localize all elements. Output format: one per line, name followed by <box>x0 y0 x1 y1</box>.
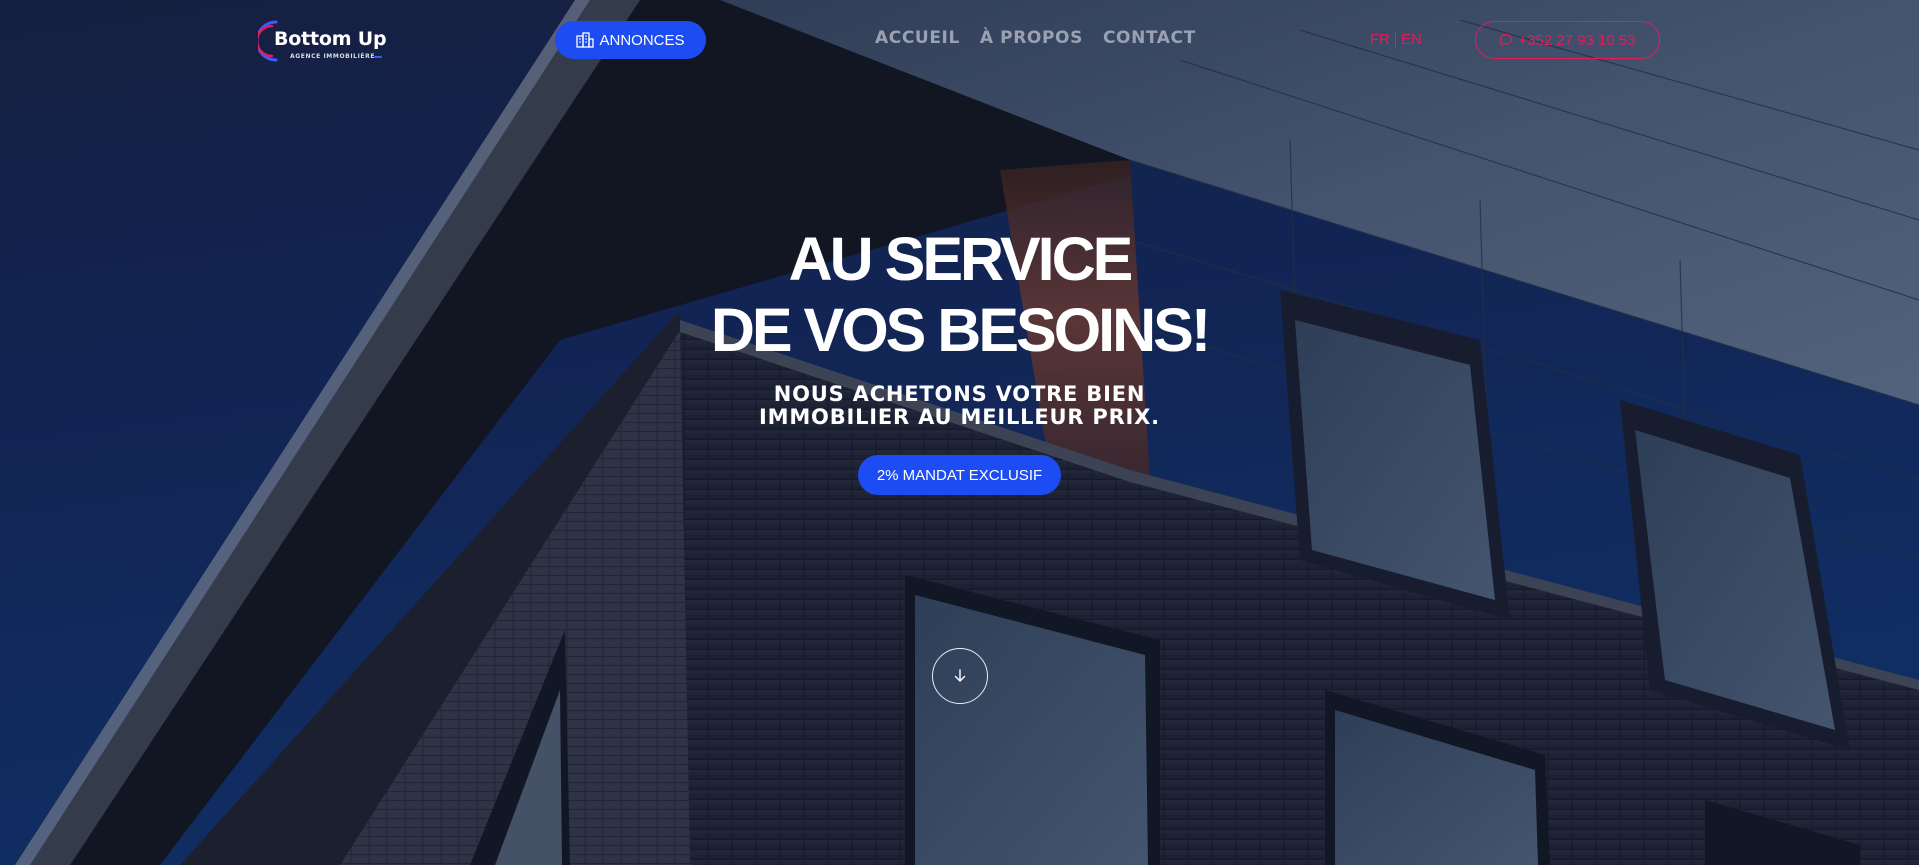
nav-item-a-propos[interactable]: À PROPOS <box>980 28 1083 48</box>
hero-background-image <box>0 0 1919 865</box>
logo-tagline: AGENCE IMMOBILIÈRE <box>290 53 376 60</box>
phone-button[interactable]: +352 27 93 10 53 <box>1475 21 1660 59</box>
building-photo <box>0 0 1919 865</box>
buildings-icon <box>576 32 595 48</box>
lang-fr[interactable]: FR <box>1370 31 1390 48</box>
hero-subline-line2: IMMOBILIER AU MEILLEUR PRIX. <box>759 405 1160 429</box>
hero-subline-line1: NOUS ACHETONS VOTRE BIEN <box>773 382 1146 406</box>
nav-item-accueil[interactable]: ACCUEIL <box>875 28 960 48</box>
nav-item-contact[interactable]: CONTACT <box>1103 28 1196 48</box>
main-nav: ACCUEIL À PROPOS CONTACT <box>875 28 1196 48</box>
logo-accent-dash <box>374 56 382 58</box>
lang-separator <box>1395 31 1396 48</box>
language-switcher: FR EN <box>1370 31 1422 48</box>
mandat-exclusif-button[interactable]: 2% MANDAT EXCLUSIF <box>858 455 1061 495</box>
annonces-label: ANNONCES <box>599 31 685 49</box>
hero-headline-line1: AU SERVICE <box>788 225 1134 293</box>
annonces-button[interactable]: ANNONCES <box>555 21 706 59</box>
arrow-down-icon <box>954 669 966 682</box>
phone-label: +352 27 93 10 53 <box>1518 31 1636 49</box>
logo-name: Bottom Up <box>274 28 387 50</box>
chat-icon <box>1500 33 1513 46</box>
lang-en[interactable]: EN <box>1401 31 1422 48</box>
hero-headline-line2: DE VOS BESOINS! <box>710 296 1211 364</box>
scroll-down-button[interactable] <box>932 648 988 704</box>
logo[interactable]: Bottom Up AGENCE IMMOBILIÈRE <box>258 18 388 64</box>
